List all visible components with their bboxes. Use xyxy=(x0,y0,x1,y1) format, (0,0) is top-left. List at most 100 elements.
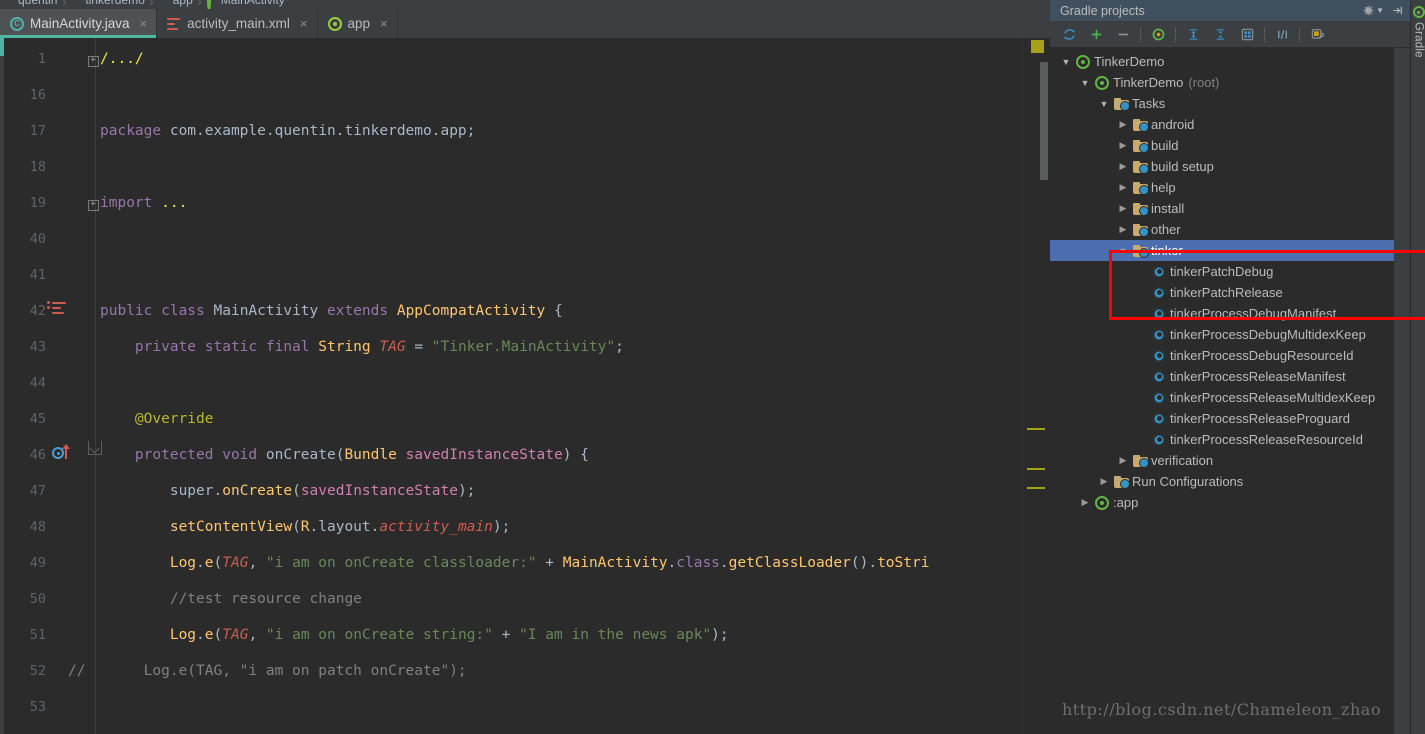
code-line[interactable]: 16 xyxy=(0,77,1050,113)
gradle-tree-item-tinkerprocessdebugmultidexkeep[interactable]: tinkerProcessDebugMultidexKeep xyxy=(1050,324,1395,345)
gradle-settings-icon[interactable] xyxy=(1304,22,1331,46)
code-line[interactable]: 1 +/.../ xyxy=(0,41,1050,77)
code-line[interactable]: 42 public class MainActivity extends AppC… xyxy=(0,293,1050,329)
collapse-panel-icon[interactable] xyxy=(1391,4,1404,17)
gradle-tree-item-android[interactable]: ▶ android xyxy=(1050,114,1395,135)
gradle-tree-item-tinkerprocessdebugresourceid[interactable]: tinkerProcessDebugResourceId xyxy=(1050,345,1395,366)
code-line[interactable]: 50 //test resource change xyxy=(0,581,1050,617)
execute-task-icon[interactable] xyxy=(1269,22,1296,46)
gradle-tree-item-tinkerprocessreleasemanifest[interactable]: tinkerProcessReleaseManifest xyxy=(1050,366,1395,387)
implemented-method-gutter-icon[interactable] xyxy=(47,301,78,321)
gradle-tree-item-label: tinkerProcessReleaseMultidexKeep xyxy=(1170,390,1376,405)
line-number: 44 xyxy=(29,375,46,391)
code-line[interactable]: 48 setContentView(R.layout.activity_main… xyxy=(0,509,1050,545)
gradle-tree-item-tinkerdemo[interactable]: ▼ TinkerDemo (root) xyxy=(1050,72,1395,93)
warning-marker[interactable] xyxy=(1027,487,1045,489)
code-line[interactable]: 40 xyxy=(0,221,1050,257)
remove-icon[interactable] xyxy=(1110,22,1137,46)
code-line[interactable]: 53 xyxy=(0,689,1050,725)
chevron-right-icon[interactable]: ▶ xyxy=(1077,497,1093,508)
editor-tab-label: MainActivity.java xyxy=(30,16,130,31)
gradle-tree-item-tinkerprocessreleasemultidexkeep[interactable]: tinkerProcessReleaseMultidexKeep xyxy=(1050,387,1395,408)
gradle-task-tree[interactable]: ▼ TinkerDemo ▼ TinkerDemo (root) ▼ Tasks ▶ andro… xyxy=(1050,47,1395,734)
code-line[interactable]: 44 xyxy=(0,365,1050,401)
inspection-status-icon[interactable] xyxy=(1031,40,1044,53)
task-folder-icon xyxy=(1131,223,1149,237)
warning-marker[interactable] xyxy=(1027,428,1045,430)
gradle-panel-header: Gradle projects ▼ xyxy=(1050,0,1410,21)
gradle-tree-item-label: build setup xyxy=(1151,159,1214,174)
gradle-tree-item-tinker[interactable]: ▼ tinker xyxy=(1050,240,1395,261)
gradle-tree-item-tinkerprocessdebugmanifest[interactable]: tinkerProcessDebugManifest xyxy=(1050,303,1395,324)
code-fold-toggle[interactable]: + xyxy=(86,195,100,211)
editor-vertical-scrollbar[interactable] xyxy=(1040,62,1048,180)
chevron-right-icon[interactable]: ▶ xyxy=(1115,455,1131,466)
close-icon[interactable]: × xyxy=(380,16,388,31)
close-icon[interactable]: × xyxy=(140,16,148,31)
gradle-tree-item-tinkerdemo[interactable]: ▼ TinkerDemo xyxy=(1050,51,1395,72)
chevron-right-icon[interactable]: ▶ xyxy=(1115,224,1131,235)
code-line[interactable]: 19 + import ... xyxy=(0,185,1050,221)
warning-marker[interactable] xyxy=(1027,468,1045,470)
gradle-tree-item-verification[interactable]: ▶ verification xyxy=(1050,450,1395,471)
gradle-tree-item-build[interactable]: ▶ build xyxy=(1050,135,1395,156)
attach-gradle-project-icon[interactable] xyxy=(1145,22,1172,46)
code-line[interactable]: 51 Log.e(TAG, "i am on onCreate string:"… xyxy=(0,617,1050,653)
gradle-tree-item-tinkerpatchrelease[interactable]: tinkerPatchRelease xyxy=(1050,282,1395,303)
chevron-right-icon[interactable]: ▶ xyxy=(1115,203,1131,214)
breadcrumb-item-mainactivity[interactable]: MainActivity xyxy=(203,0,289,9)
code-line[interactable]: 52 // Log.e(TAG, "i am on patch onCreate"… xyxy=(0,653,1050,689)
code-line[interactable]: 41 xyxy=(0,257,1050,293)
breadcrumb-item-tinkerdemo[interactable]: tinkerdemo xyxy=(67,0,148,9)
code-line[interactable]: 47 super.onCreate(savedInstanceState); xyxy=(0,473,1050,509)
chevron-right-icon[interactable]: ▶ xyxy=(1115,119,1131,130)
gradle-tree-item-tinkerprocessreleaseproguard[interactable]: tinkerProcessReleaseProguard xyxy=(1050,408,1395,429)
code-line[interactable]: 49 Log.e(TAG, "i am on onCreate classloa… xyxy=(0,545,1050,581)
tool-tab-gradle[interactable]: Gradle xyxy=(1411,6,1425,58)
code-editor[interactable]: 1 +/.../16 17 package com.example.quentin.t… xyxy=(0,38,1050,734)
gradle-tree-item-tinkerpatchdebug[interactable]: tinkerPatchDebug xyxy=(1050,261,1395,282)
gradle-tree-item-run-configurations[interactable]: ▶ Run Configurations xyxy=(1050,471,1395,492)
gradle-tree-scrollbar[interactable] xyxy=(1394,47,1395,734)
gradle-tree-item-tasks[interactable]: ▼ Tasks xyxy=(1050,93,1395,114)
add-icon[interactable] xyxy=(1083,22,1110,46)
code-fold-toggle[interactable]: + xyxy=(86,51,100,67)
editor-tab-mainactivity-java[interactable]: C MainActivity.java × xyxy=(0,9,158,38)
expand-all-icon[interactable] xyxy=(1180,22,1207,46)
chevron-down-icon[interactable]: ▼ xyxy=(1058,57,1074,67)
gradle-task-icon xyxy=(1150,370,1168,383)
gradle-tree-item--app[interactable]: ▶:app xyxy=(1050,492,1395,513)
close-icon[interactable]: × xyxy=(300,16,308,31)
refresh-icon[interactable] xyxy=(1056,22,1083,46)
gradle-tree-item-label: tinkerProcessDebugManifest xyxy=(1170,306,1337,321)
gradle-tree-item-other[interactable]: ▶ other xyxy=(1050,219,1395,240)
overriding-method-gutter-icon[interactable] xyxy=(52,444,78,465)
gradle-tree-item-build-setup[interactable]: ▶ build setup xyxy=(1050,156,1395,177)
gradle-tree-item-install[interactable]: ▶ install xyxy=(1050,198,1395,219)
chevron-down-icon[interactable]: ▼ xyxy=(1077,78,1093,88)
code-line[interactable]: 17 package com.example.quentin.tinkerdemo… xyxy=(0,113,1050,149)
gradle-tree-item-tinkerprocessreleaseresourceid[interactable]: tinkerProcessReleaseResourceId xyxy=(1050,429,1395,450)
code-line[interactable]: 43 private static final String TAG = "Ti… xyxy=(0,329,1050,365)
code-line[interactable]: 45 @Override xyxy=(0,401,1050,437)
chevron-down-icon[interactable]: ▼ xyxy=(1096,99,1112,109)
editor-tab-app[interactable]: app × xyxy=(318,9,398,38)
code-line[interactable]: 18 xyxy=(0,149,1050,185)
code-line-text: setContentView(R.layout.activity_main); xyxy=(169,519,511,535)
breadcrumb-item-app[interactable]: app xyxy=(155,0,197,9)
gradle-tree-item-label: tinkerProcessDebugMultidexKeep xyxy=(1170,327,1366,342)
editor-tab-activity-main-xml[interactable]: activity_main.xml × xyxy=(157,9,318,38)
gear-dropdown-icon[interactable]: ▼ xyxy=(1362,4,1384,17)
collapse-all-icon[interactable] xyxy=(1207,22,1234,46)
gradle-tree-item-help[interactable]: ▶ help xyxy=(1050,177,1395,198)
gradle-task-icon xyxy=(1150,412,1168,425)
android-module-icon xyxy=(327,16,342,31)
chevron-right-icon[interactable]: ▶ xyxy=(1115,182,1131,193)
chevron-right-icon[interactable]: ▶ xyxy=(1115,161,1131,172)
chevron-right-icon[interactable]: ▶ xyxy=(1096,476,1112,487)
chevron-right-icon[interactable]: ▶ xyxy=(1115,140,1131,151)
breadcrumb-item-quentin[interactable]: quentin xyxy=(0,0,61,9)
toggle-offline-icon[interactable] xyxy=(1234,22,1261,46)
code-line[interactable]: 46 protected void onCreate(Bundle savedI… xyxy=(0,437,1050,473)
chevron-down-icon[interactable]: ▼ xyxy=(1115,246,1131,256)
